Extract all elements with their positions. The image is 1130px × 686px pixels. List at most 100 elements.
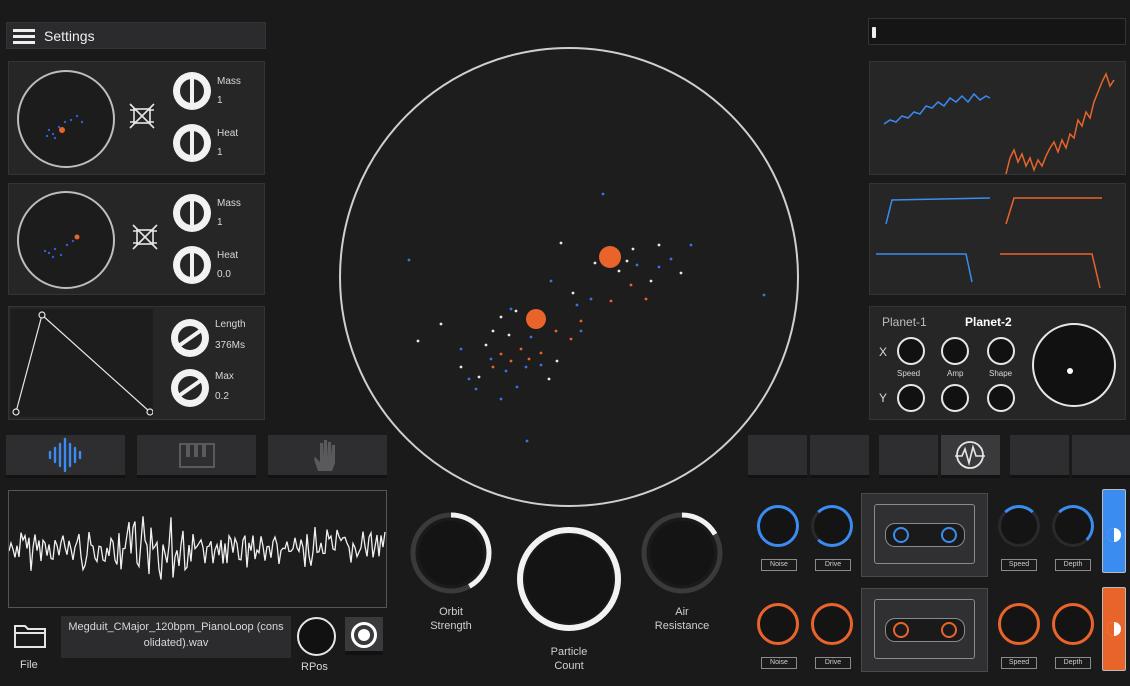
fx-tab-6[interactable]: [1072, 435, 1130, 478]
heat-knob[interactable]: [173, 124, 211, 162]
y-label: Y: [879, 391, 888, 405]
mass-label: Mass: [217, 76, 241, 87]
noise-knob-blue[interactable]: [757, 505, 799, 547]
orbit-visualizer[interactable]: [339, 47, 799, 507]
speed-knob-orange[interactable]: [998, 603, 1040, 645]
toggle-orange[interactable]: [1102, 587, 1126, 671]
length-value: 376Ms: [215, 340, 246, 351]
rpos-label: RPos: [301, 661, 328, 673]
shape-label: Shape: [989, 369, 1013, 378]
tab-planet-1[interactable]: Planet-1: [882, 315, 927, 329]
speed-label: Speed: [897, 369, 921, 378]
fx-tab-1[interactable]: [748, 435, 807, 478]
envelope-panel: Length 376Ms Max 0.2: [8, 306, 265, 420]
piano-icon: [179, 443, 215, 468]
envelope-editor[interactable]: [11, 309, 153, 417]
tab-piano[interactable]: [137, 435, 256, 478]
waveform-icon: [48, 437, 82, 473]
speed-pill[interactable]: Speed: [1001, 559, 1037, 571]
tab-hand[interactable]: [268, 435, 387, 478]
modulation-graph: [883, 72, 1115, 174]
x-label: X: [879, 345, 888, 359]
y-shape-knob[interactable]: [987, 384, 1015, 412]
tab-planet-2[interactable]: Planet-2: [965, 315, 1012, 329]
tab-waveform[interactable]: [6, 435, 125, 478]
mini-orbit-display: [17, 70, 115, 168]
max-value: 0.2: [215, 391, 229, 402]
toggle-blue[interactable]: [1102, 489, 1126, 573]
xy-pad[interactable]: [1032, 323, 1116, 407]
planet-panel: Planet-1 Planet-2 X Y Speed Amp Shape: [869, 306, 1126, 420]
envelope-shapes-panel: [869, 183, 1126, 295]
xy-pad-dot[interactable]: [1067, 368, 1073, 374]
tape-cassette-2[interactable]: [861, 588, 988, 672]
amp-label: Amp: [947, 369, 964, 378]
top-right-bar[interactable]: [868, 18, 1126, 45]
heat-label: Heat: [217, 128, 239, 139]
orbit-panel-1: Mass 1 Heat 1: [8, 61, 265, 175]
record-button[interactable]: [345, 617, 383, 655]
drive-pill[interactable]: Drive: [815, 657, 851, 669]
mass-knob[interactable]: [173, 72, 211, 110]
speed-knob-blue[interactable]: [998, 505, 1040, 547]
noise-knob-orange[interactable]: [757, 603, 799, 645]
tape-cassette-1[interactable]: [861, 493, 988, 577]
waveform-trace: [9, 516, 386, 580]
y-speed-knob[interactable]: [897, 384, 925, 412]
drive-knob-blue[interactable]: [811, 505, 853, 547]
fx-tab-3[interactable]: [879, 435, 938, 478]
orbit-strength-knob[interactable]: [409, 511, 493, 595]
heat-knob[interactable]: [173, 246, 211, 284]
hamburger-icon[interactable]: [13, 29, 35, 44]
air-resistance-knob[interactable]: [640, 511, 724, 595]
x-shape-knob[interactable]: [987, 337, 1015, 365]
filename-text: Megduit_CMajor_120bpm_PianoLoop (consoli…: [68, 621, 284, 649]
particle-count-label: Particle Count: [550, 646, 588, 672]
depth-knob-blue[interactable]: [1052, 505, 1094, 547]
depth-pill[interactable]: Depth: [1055, 657, 1091, 669]
lock-icon[interactable]: [129, 221, 161, 253]
depth-knob-orange[interactable]: [1052, 603, 1094, 645]
waveform-display[interactable]: [8, 490, 387, 608]
level-indicator: [872, 27, 876, 38]
fx-tab-2[interactable]: [810, 435, 869, 478]
rpos-knob[interactable]: [297, 617, 336, 656]
max-label: Max: [215, 371, 234, 382]
x-amp-knob[interactable]: [941, 337, 969, 365]
particle-count-knob[interactable]: [515, 525, 623, 633]
depth-pill[interactable]: Depth: [1055, 559, 1091, 571]
folder-button[interactable]: [12, 620, 48, 650]
drive-knob-orange[interactable]: [811, 603, 853, 645]
audio-waveform: [9, 516, 386, 580]
file-label: File: [20, 659, 38, 671]
drive-pill[interactable]: Drive: [815, 559, 851, 571]
mass-value: 1: [217, 217, 223, 228]
mass-knob[interactable]: [173, 194, 211, 232]
settings-label: Settings: [44, 28, 95, 44]
speed-pill[interactable]: Speed: [1001, 657, 1037, 669]
mini-orbit-display: [17, 191, 115, 289]
particle-field: [407, 192, 766, 443]
lfo-graph-panel: [869, 61, 1126, 175]
shape-graph: [876, 197, 1102, 289]
orbit-panel-2: Mass 1 Heat 0.0: [8, 183, 265, 295]
folder-icon: [14, 625, 46, 648]
noise-pill[interactable]: Noise: [761, 559, 797, 571]
orbit-strength-label: Orbit Strength: [430, 606, 472, 632]
noise-pill[interactable]: Noise: [761, 657, 797, 669]
max-knob[interactable]: [171, 369, 209, 407]
x-speed-knob[interactable]: [897, 337, 925, 365]
lock-icon[interactable]: [126, 100, 158, 132]
heat-label: Heat: [217, 250, 239, 261]
fx-tab-lfo[interactable]: [941, 435, 1000, 478]
heat-value: 1: [217, 147, 223, 158]
length-knob[interactable]: [171, 319, 209, 357]
settings-bar[interactable]: Settings: [6, 22, 266, 49]
mass-value: 1: [217, 95, 223, 106]
length-label: Length: [215, 319, 246, 330]
hand-icon: [314, 440, 335, 471]
fx-tab-5[interactable]: [1010, 435, 1069, 478]
y-amp-knob[interactable]: [941, 384, 969, 412]
oscillator-icon: [955, 441, 985, 469]
air-resistance-label: Air Resistance: [654, 606, 710, 632]
